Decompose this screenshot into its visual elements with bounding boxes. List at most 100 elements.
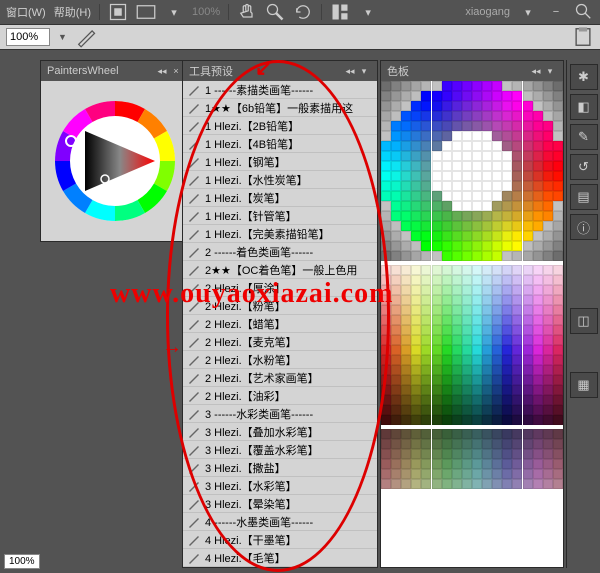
swatch-cell[interactable] xyxy=(502,405,512,415)
swatch-cell[interactable] xyxy=(452,251,462,261)
swatch-cell[interactable] xyxy=(411,121,421,131)
swatch-cell[interactable] xyxy=(411,111,421,121)
swatch-cell[interactable] xyxy=(421,151,431,161)
swatch-cell[interactable] xyxy=(401,171,411,181)
swatch-cell[interactable] xyxy=(502,121,512,131)
tool-preset-item[interactable]: 3 Hlezi.【晕染笔】 xyxy=(183,495,377,513)
swatch-cell[interactable] xyxy=(533,469,543,479)
swatch-cell[interactable] xyxy=(502,305,512,315)
panel-collapse-icon[interactable]: ◂◂ xyxy=(155,64,169,78)
swatch-cell[interactable] xyxy=(432,415,442,425)
swatch-cell[interactable] xyxy=(492,469,502,479)
swatch-cell[interactable] xyxy=(421,265,431,275)
swatch-cell[interactable] xyxy=(381,479,391,489)
tool-preset-item[interactable]: 2★★【OC着色笔】一般上色用 xyxy=(183,261,377,279)
swatch-cell[interactable] xyxy=(462,469,472,479)
swatch-cell[interactable] xyxy=(502,449,512,459)
swatch-cell[interactable] xyxy=(523,231,533,241)
swatch-cell[interactable] xyxy=(482,365,492,375)
swatch-cell[interactable] xyxy=(452,275,462,285)
swatch-cell[interactable] xyxy=(442,101,452,111)
tool-preset-item[interactable]: 2 Hlezi.【麦克笔】 xyxy=(183,333,377,351)
swatch-cell[interactable] xyxy=(523,345,533,355)
swatch-cell[interactable] xyxy=(452,191,462,201)
swatch-cell[interactable] xyxy=(411,231,421,241)
swatch-cell[interactable] xyxy=(381,385,391,395)
swatch-cell[interactable] xyxy=(512,345,522,355)
swatch-cell[interactable] xyxy=(523,469,533,479)
swatch-cell[interactable] xyxy=(401,91,411,101)
swatch-cell[interactable] xyxy=(512,385,522,395)
swatch-cell[interactable] xyxy=(381,295,391,305)
swatch-cell[interactable] xyxy=(533,285,543,295)
swatch-cell[interactable] xyxy=(381,161,391,171)
swatch-cell[interactable] xyxy=(482,181,492,191)
swatch-cell[interactable] xyxy=(401,295,411,305)
swatch-cell[interactable] xyxy=(442,285,452,295)
swatch-cell[interactable] xyxy=(401,415,411,425)
swatch-cell[interactable] xyxy=(502,191,512,201)
swatch-cell[interactable] xyxy=(421,345,431,355)
swatch-cell[interactable] xyxy=(401,355,411,365)
swatch-cell[interactable] xyxy=(462,181,472,191)
swatch-cell[interactable] xyxy=(482,405,492,415)
swatch-cell[interactable] xyxy=(411,241,421,251)
swatch-cell[interactable] xyxy=(492,305,502,315)
swatch-cell[interactable] xyxy=(391,161,401,171)
swatch-cell[interactable] xyxy=(381,201,391,211)
swatch-cell[interactable] xyxy=(381,181,391,191)
swatch-cell[interactable] xyxy=(401,81,411,91)
swatch-cell[interactable] xyxy=(543,221,553,231)
panel-close-icon[interactable]: × xyxy=(169,64,183,78)
swatch-cell[interactable] xyxy=(512,91,522,101)
swatch-cell[interactable] xyxy=(512,171,522,181)
swatch-cell[interactable] xyxy=(553,181,563,191)
swatch-cell[interactable] xyxy=(502,285,512,295)
swatch-cell[interactable] xyxy=(492,81,502,91)
swatch-cell[interactable] xyxy=(543,365,553,375)
swatch-cell[interactable] xyxy=(502,91,512,101)
swatch-cell[interactable] xyxy=(381,415,391,425)
swatch-cell[interactable] xyxy=(492,355,502,365)
swatch-cell[interactable] xyxy=(553,295,563,305)
swatch-cell[interactable] xyxy=(472,161,482,171)
swatch-cell[interactable] xyxy=(482,251,492,261)
swatch-cell[interactable] xyxy=(462,449,472,459)
tool-preset-item[interactable]: 2 Hlezi.【水粉笔】 xyxy=(183,351,377,369)
swatch-cell[interactable] xyxy=(543,469,553,479)
swatch-cell[interactable] xyxy=(421,335,431,345)
swatch-cell[interactable] xyxy=(533,385,543,395)
swatch-cell[interactable] xyxy=(502,345,512,355)
swatch-cell[interactable] xyxy=(381,211,391,221)
swatch-cell[interactable] xyxy=(411,335,421,345)
swatch-cell[interactable] xyxy=(452,375,462,385)
swatch-cell[interactable] xyxy=(533,251,543,261)
swatch-cell[interactable] xyxy=(492,161,502,171)
swatch-cell[interactable] xyxy=(472,231,482,241)
swatch-cell[interactable] xyxy=(432,275,442,285)
tool-preset-item[interactable]: 1 Hlezi.【钢笔】 xyxy=(183,153,377,171)
swatch-cell[interactable] xyxy=(421,201,431,211)
swatch-cell[interactable] xyxy=(512,131,522,141)
swatch-cell[interactable] xyxy=(492,459,502,469)
swatch-cell[interactable] xyxy=(472,429,482,439)
swatch-cell[interactable] xyxy=(411,141,421,151)
swatch-cell[interactable] xyxy=(553,439,563,449)
dock-settings-icon[interactable]: ✱ xyxy=(570,64,598,90)
swatch-cell[interactable] xyxy=(381,101,391,111)
tool-preset-item[interactable]: 1 Hlezi.【炭笔】 xyxy=(183,189,377,207)
swatch-cell[interactable] xyxy=(401,131,411,141)
user-dropdown-icon[interactable]: ▾ xyxy=(518,2,538,22)
swatch-cell[interactable] xyxy=(411,191,421,201)
swatch-cell[interactable] xyxy=(442,335,452,345)
swatch-cell[interactable] xyxy=(523,355,533,365)
swatch-cell[interactable] xyxy=(553,275,563,285)
chevron-down-icon[interactable]: ▼ xyxy=(58,32,67,42)
swatch-cell[interactable] xyxy=(432,265,442,275)
swatch-cell[interactable] xyxy=(472,375,482,385)
swatch-cell[interactable] xyxy=(492,325,502,335)
swatch-cell[interactable] xyxy=(462,365,472,375)
swatch-cell[interactable] xyxy=(472,121,482,131)
swatch-cell[interactable] xyxy=(391,241,401,251)
swatch-cell[interactable] xyxy=(401,459,411,469)
